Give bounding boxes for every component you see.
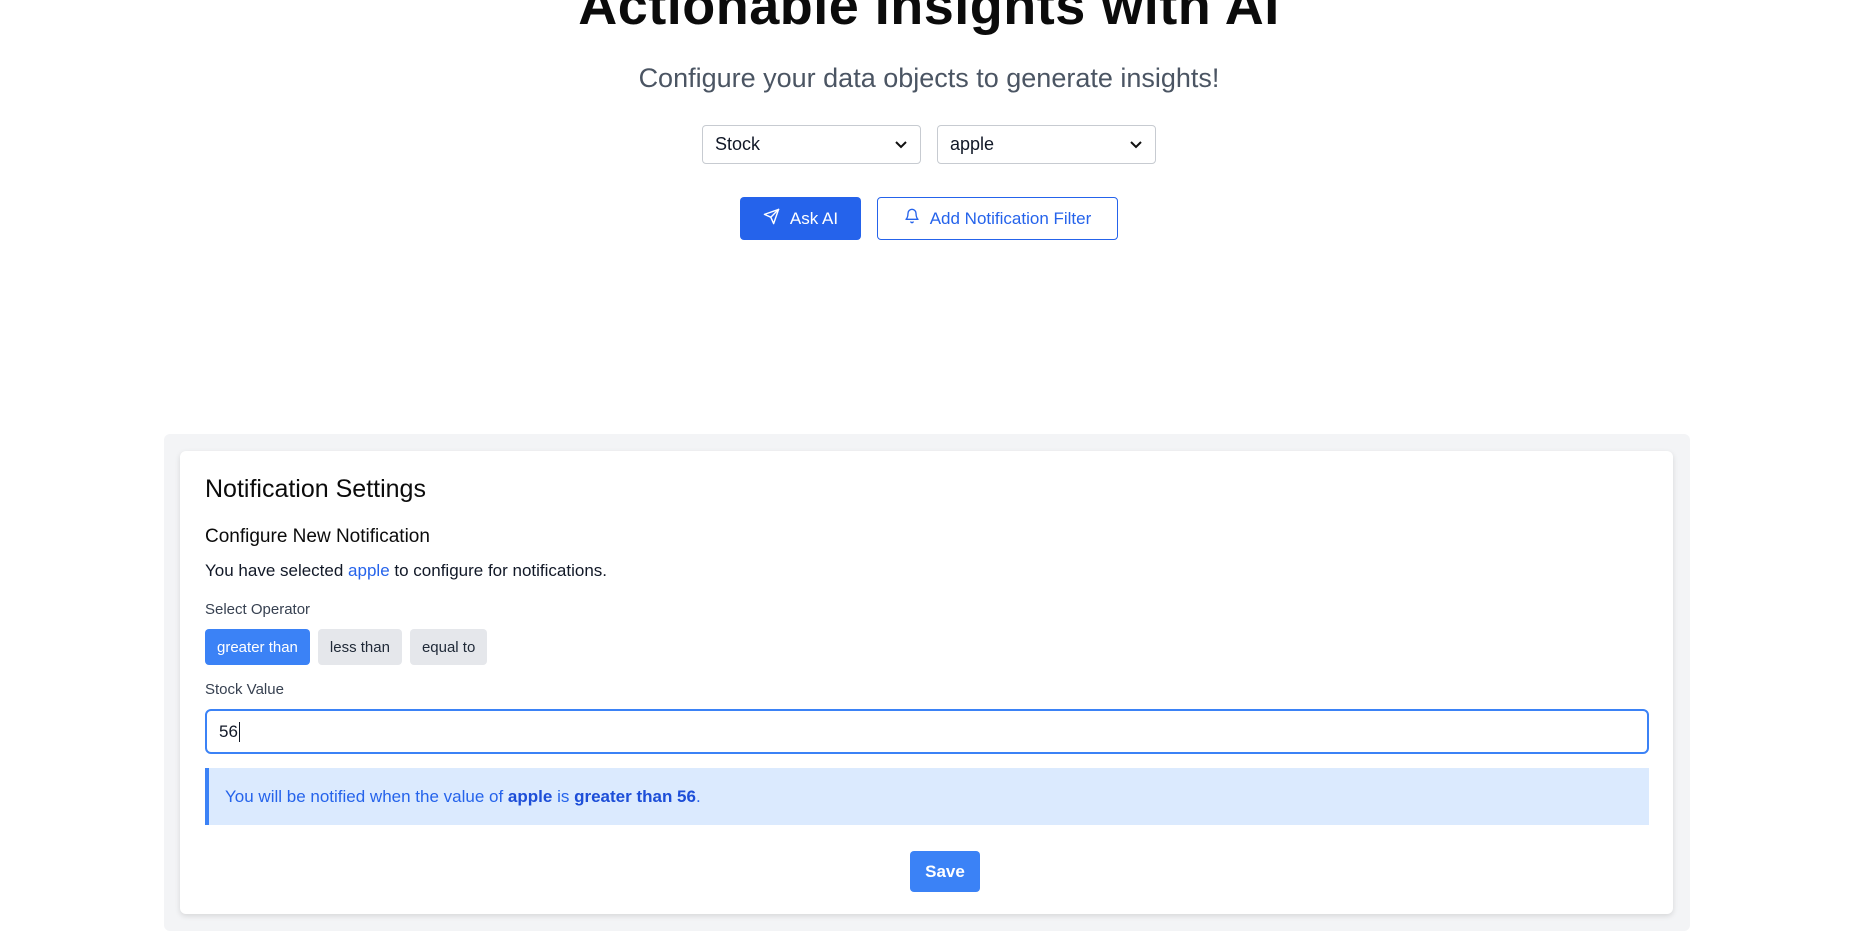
page-title: Actionable Insights with AI <box>578 0 1280 36</box>
chevron-down-icon <box>894 138 908 152</box>
summary-prefix: You will be notified when the value of <box>225 786 504 806</box>
data-item-select[interactable]: apple <box>937 125 1156 164</box>
data-type-select[interactable]: Stock <box>702 125 921 164</box>
send-icon <box>763 208 780 230</box>
selected-item-name: apple <box>348 561 390 580</box>
selected-suffix: to configure for notifications. <box>389 561 607 580</box>
summary-condition: greater than 56 <box>574 786 696 806</box>
operator-equal-to-button[interactable]: equal to <box>409 629 488 665</box>
ask-ai-button[interactable]: Ask AI <box>740 197 861 240</box>
notification-settings-card: Notification Settings Configure New Noti… <box>180 451 1673 914</box>
summary-suffix: . <box>695 786 701 806</box>
notification-summary: You will be notified when the value of a… <box>205 768 1649 825</box>
operator-greater-than-button[interactable]: greater than <box>205 629 310 665</box>
add-notification-filter-label: Add Notification Filter <box>929 208 1092 228</box>
configure-notification-title: Configure New Notification <box>205 526 430 547</box>
summary-middle: is <box>557 786 570 806</box>
add-notification-filter-button[interactable]: Add Notification Filter <box>877 197 1118 240</box>
operator-options: greater than less than equal to <box>205 629 488 665</box>
data-item-select-value: apple <box>950 134 995 154</box>
selected-prefix: You have selected <box>205 561 349 580</box>
bell-icon <box>904 208 920 229</box>
data-type-select-value: Stock <box>715 134 761 154</box>
operator-label: Select Operator <box>205 601 311 618</box>
stock-value-input[interactable]: 56 <box>205 709 1649 754</box>
operator-less-than-button[interactable]: less than <box>317 629 402 665</box>
text-caret <box>238 721 240 742</box>
stock-value-text: 56 <box>219 721 238 741</box>
stock-value-label: Stock Value <box>205 681 284 698</box>
chevron-down-icon <box>1129 138 1143 152</box>
selected-item-description: You have selected apple to configure for… <box>205 561 607 581</box>
ask-ai-label: Ask AI <box>789 208 839 228</box>
summary-item: apple <box>507 786 553 806</box>
page-subtitle: Configure your data objects to generate … <box>638 63 1220 93</box>
page: Actionable Insights with AI Configure yo… <box>0 0 1858 934</box>
data-object-selectors: Stock apple <box>0 125 1858 164</box>
action-buttons: Ask AI Add Notification Filter <box>0 197 1858 240</box>
save-button[interactable]: Save <box>910 851 980 892</box>
notification-settings-title: Notification Settings <box>205 475 426 503</box>
